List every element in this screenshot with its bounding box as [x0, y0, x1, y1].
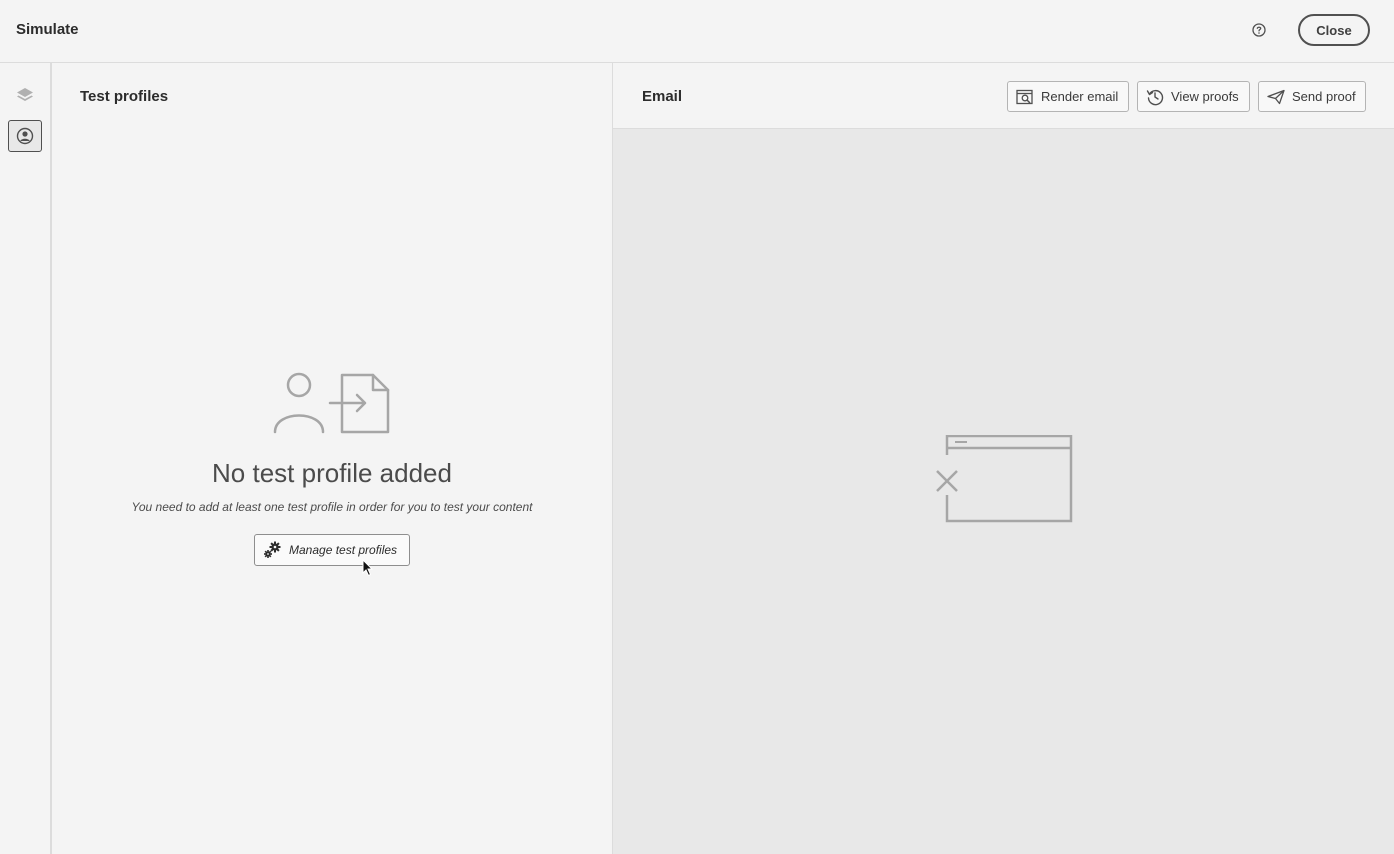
- broken-window-illustration: [936, 435, 1073, 523]
- view-proofs-label: View proofs: [1171, 89, 1239, 104]
- send-proof-label: Send proof: [1292, 89, 1356, 104]
- history-clock-icon: [1146, 89, 1164, 105]
- mouse-pointer-icon: [362, 559, 374, 577]
- view-proofs-button[interactable]: View proofs: [1137, 81, 1250, 112]
- render-email-button[interactable]: Render email: [1007, 81, 1129, 112]
- render-email-label: Render email: [1041, 89, 1119, 104]
- gears-icon: [264, 541, 281, 558]
- close-button[interactable]: Close: [1298, 14, 1370, 46]
- layers-icon[interactable]: [15, 85, 35, 105]
- manage-test-profiles-button[interactable]: Manage test profiles: [254, 534, 410, 566]
- rail-item-test-profiles[interactable]: [8, 120, 42, 152]
- email-panel-header: Email Render email View proofs Send proo…: [613, 63, 1394, 129]
- dialog-title: Simulate: [16, 21, 79, 38]
- side-rail: [0, 63, 52, 854]
- empty-state-heading: No test profile added: [212, 458, 452, 488]
- email-panel-title: Email: [642, 88, 683, 105]
- paper-plane-icon: [1267, 89, 1285, 104]
- email-preview-panel: Email Render email View proofs Send proo…: [613, 63, 1394, 854]
- help-circle-icon[interactable]: [1251, 22, 1267, 38]
- render-preview-icon: [1016, 89, 1033, 104]
- test-profiles-panel: Test profiles No test profile added You …: [52, 63, 613, 854]
- test-profiles-title: Test profiles: [80, 88, 169, 105]
- empty-state-description: You need to add at least one test profil…: [131, 500, 533, 514]
- dialog-header: Simulate Close: [0, 0, 1394, 63]
- user-add-document-illustration: [273, 372, 390, 434]
- manage-test-profiles-label: Manage test profiles: [289, 543, 398, 557]
- user-profile-icon: [16, 127, 34, 145]
- send-proof-button[interactable]: Send proof: [1258, 81, 1366, 112]
